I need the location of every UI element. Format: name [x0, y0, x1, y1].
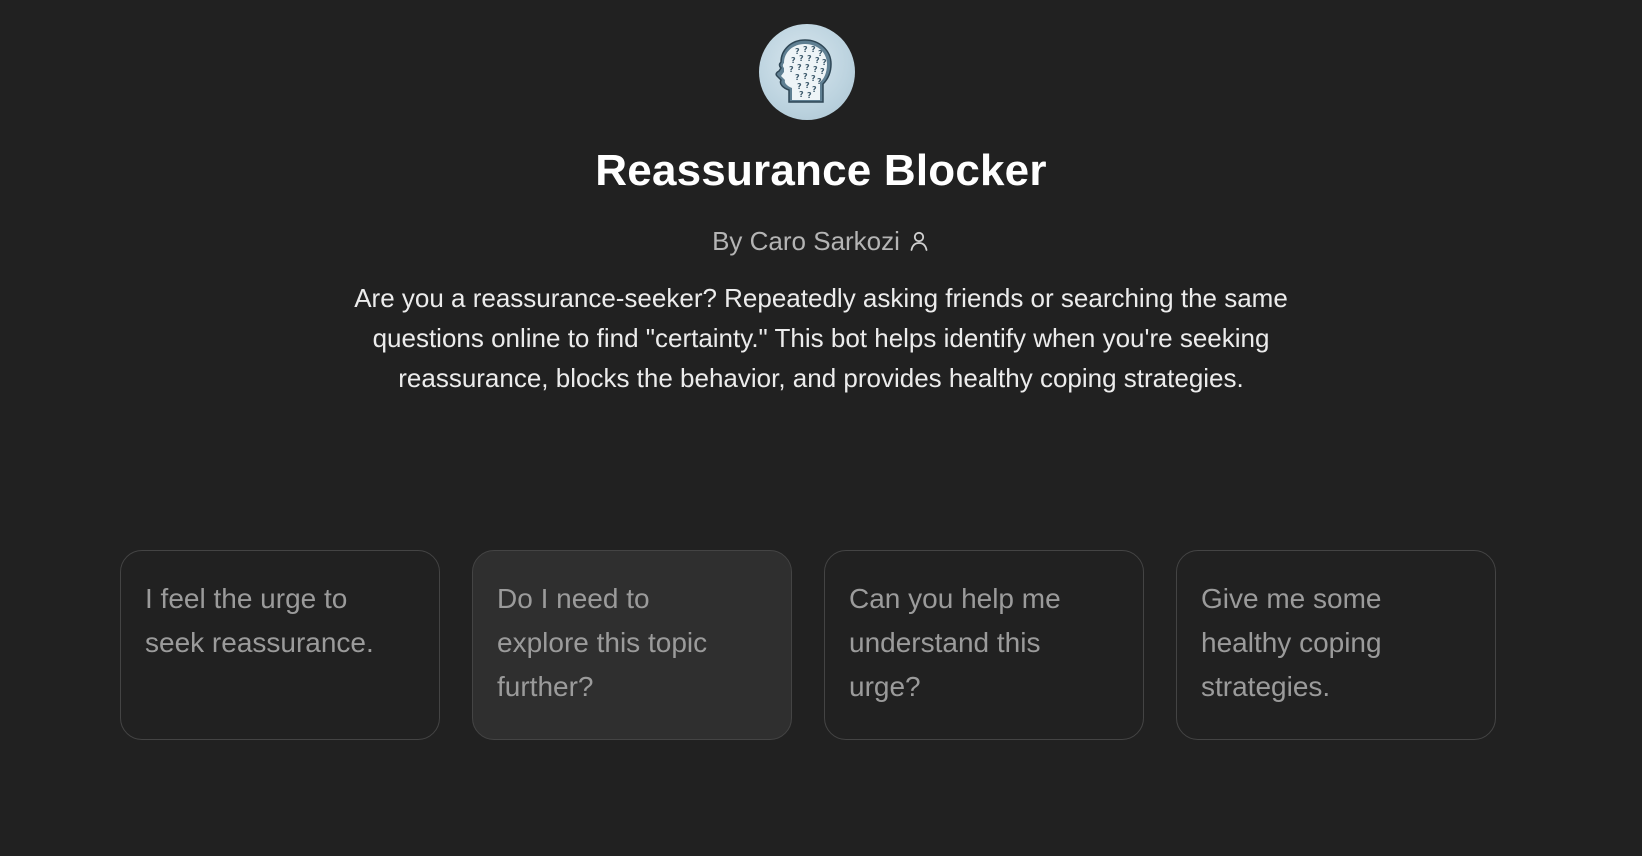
gpt-avatar: ???? ????? ????? ???? ??? ??	[759, 24, 855, 120]
svg-text:?: ?	[803, 45, 808, 54]
svg-text:?: ?	[807, 91, 812, 100]
gpt-intro-page: ???? ????? ????? ???? ??? ?? Reassurance…	[0, 0, 1642, 856]
gpt-description: Are you a reassurance-seeker? Repeatedly…	[354, 283, 1288, 393]
svg-text:?: ?	[807, 54, 812, 63]
svg-text:?: ?	[799, 54, 804, 63]
gpt-title: Reassurance Blocker	[595, 146, 1047, 195]
starter-label: Do I need to explore this topic further?	[497, 583, 708, 702]
starter-card[interactable]: Can you help me understand this urge?	[824, 550, 1144, 740]
svg-text:?: ?	[789, 65, 794, 74]
svg-text:?: ?	[822, 58, 827, 67]
conversation-starters: I feel the urge to seek reassurance. Do …	[120, 550, 1496, 742]
svg-text:?: ?	[799, 90, 804, 99]
head-question-marks-icon: ???? ????? ????? ???? ??? ??	[775, 39, 832, 103]
starter-card[interactable]: Do I need to explore this topic further?	[472, 550, 792, 740]
svg-text:?: ?	[820, 67, 825, 76]
gpt-author-byline[interactable]: By Caro Sarkozi	[0, 226, 1642, 257]
author-name: By Caro Sarkozi	[712, 226, 900, 256]
svg-text:?: ?	[803, 72, 808, 81]
svg-text:?: ?	[791, 56, 796, 65]
svg-text:?: ?	[817, 77, 822, 86]
starter-label: Give me some healthy coping strategies.	[1201, 583, 1382, 702]
svg-text:?: ?	[815, 56, 820, 65]
starter-card[interactable]: Give me some healthy coping strategies.	[1176, 550, 1496, 740]
starter-label: I feel the urge to seek reassurance.	[145, 583, 374, 658]
svg-text:?: ?	[811, 45, 816, 54]
person-icon	[910, 232, 928, 252]
svg-text:?: ?	[813, 65, 818, 74]
svg-text:?: ?	[812, 85, 817, 94]
svg-text:?: ?	[795, 73, 800, 82]
svg-text:?: ?	[805, 63, 810, 72]
svg-text:?: ?	[805, 81, 810, 90]
svg-text:?: ?	[797, 63, 802, 72]
starter-card[interactable]: I feel the urge to seek reassurance.	[120, 550, 440, 740]
starter-label: Can you help me understand this urge?	[849, 583, 1061, 702]
svg-text:?: ?	[811, 74, 816, 83]
